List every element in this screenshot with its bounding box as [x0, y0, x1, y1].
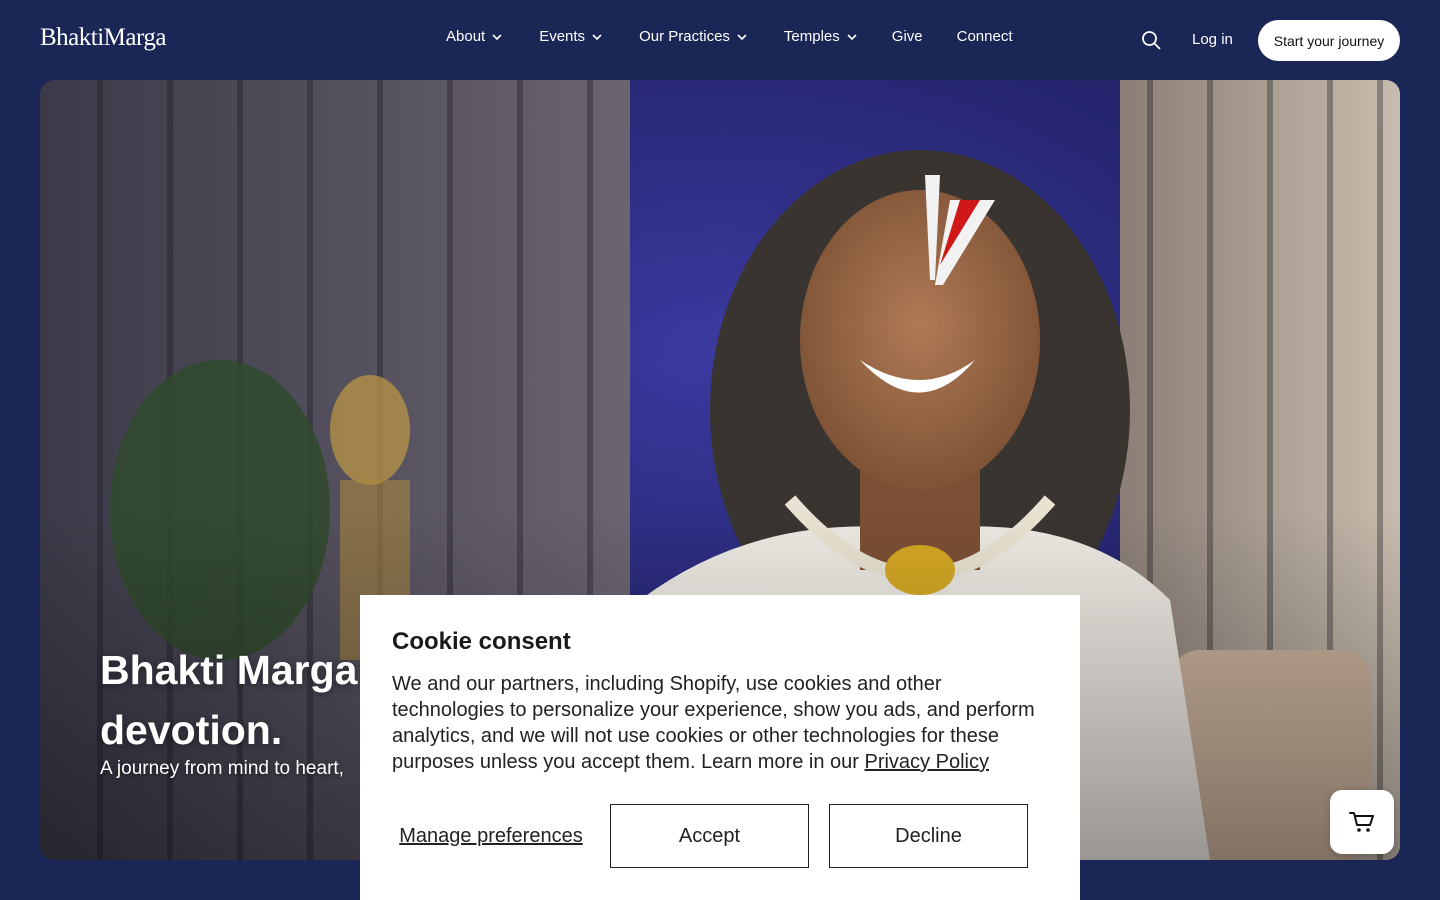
nav-item-about[interactable]: About — [446, 28, 503, 45]
hero-title-line1: Bhakti Marga — [100, 647, 358, 693]
chevron-down-icon — [492, 33, 502, 40]
start-journey-button[interactable]: Start your journey — [1258, 20, 1400, 61]
manage-preferences-link[interactable]: Manage preferences — [392, 824, 590, 848]
nav-item-label: Our Practices — [639, 28, 730, 45]
hero-subtitle: A journey from mind to heart, — [100, 758, 344, 779]
login-link[interactable]: Log in — [1192, 31, 1233, 48]
main-nav: About Events Our Practices Temples Give … — [446, 28, 1013, 45]
chevron-down-icon — [592, 33, 602, 40]
nav-item-label: Temples — [783, 28, 840, 45]
brand-logo[interactable]: BhaktiMarga — [40, 24, 166, 52]
nav-item-label: Events — [539, 28, 586, 45]
site-header: BhaktiMarga About Events Our Practices T… — [0, 0, 1440, 80]
nav-item-label: Connect — [956, 28, 1013, 45]
nav-item-our-practices[interactable]: Our Practices — [639, 28, 748, 45]
nav-item-label: About — [446, 28, 486, 45]
nav-item-events[interactable]: Events — [539, 28, 603, 45]
accept-button[interactable]: Accept — [610, 804, 809, 868]
nav-item-give[interactable]: Give — [892, 28, 923, 45]
cart-icon — [1349, 812, 1374, 832]
nav-item-connect[interactable]: Connect — [957, 28, 1013, 45]
hero-title-line2: devotion. — [100, 707, 283, 753]
nav-item-label: Give — [891, 28, 923, 45]
cookie-body: We and our partners, including Shopify, … — [392, 671, 1048, 775]
search-icon[interactable] — [1140, 29, 1162, 51]
cookie-consent-dialog: Cookie consent We and our partners, incl… — [360, 595, 1080, 900]
chevron-down-icon — [847, 33, 857, 40]
cart-button[interactable] — [1330, 790, 1394, 854]
cookie-actions: Manage preferences Accept Decline — [392, 804, 1028, 868]
chevron-down-icon — [737, 33, 747, 40]
privacy-policy-link[interactable]: Privacy Policy — [864, 751, 988, 773]
cookie-title: Cookie consent — [392, 628, 571, 655]
decline-button[interactable]: Decline — [829, 804, 1028, 868]
nav-item-temples[interactable]: Temples — [784, 28, 858, 45]
